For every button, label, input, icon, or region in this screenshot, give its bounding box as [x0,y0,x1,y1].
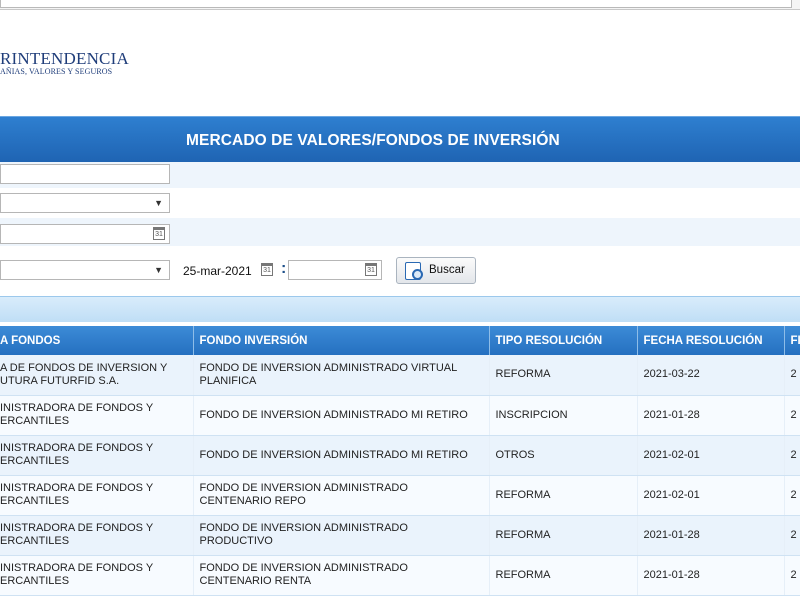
cell-tipo: REFORMA [489,355,638,396]
page-banner: MERCADO DE VALORES/FONDOS DE INVERSIÓN [0,116,800,162]
results-table: A FONDOS FONDO INVERSIÓN TIPO RESOLUCIÓN… [0,326,800,596]
table-row[interactable]: INISTRADORA DE FONDOS Y ERCANTILES FONDO… [0,395,800,436]
cell-fecha: 2021-02-01 [637,475,785,516]
logo: RINTENDENCIA AÑIAS, VALORES Y SEGUROS [0,50,129,77]
cell-fecha: 2021-01-28 [637,515,785,556]
column-header-extra[interactable]: FI [784,326,800,355]
date-input-1[interactable]: 31 [0,224,170,244]
search-icon [405,262,423,280]
cell-extra: 2 [784,395,800,436]
cell-extra: 2 [784,555,800,596]
cell-extra: 2 [784,515,800,556]
text-filter-input[interactable] [0,164,170,184]
date-from-value[interactable]: 25-mar-2021 [183,264,252,278]
cell-extra: 2 [784,475,800,516]
cell-tipo: REFORMA [489,515,638,556]
cell-extra: 2 [784,355,800,396]
calendar-icon[interactable]: 31 [153,227,165,240]
logo-line-1: RINTENDENCIA [0,49,129,68]
cell-admin: INISTRADORA DE FONDOS Y ERCANTILES [0,555,194,596]
table-row[interactable]: INISTRADORA DE FONDOS Y ERCANTILES FONDO… [0,515,800,556]
logo-line-2: AÑIAS, VALORES Y SEGUROS [0,67,113,76]
cell-admin: INISTRADORA DE FONDOS Y ERCANTILES [0,395,194,436]
cell-fondo: FONDO DE INVERSION ADMINISTRADO PRODUCTI… [193,515,490,556]
cell-admin: INISTRADORA DE FONDOS Y ERCANTILES [0,435,194,476]
cell-extra: 2 [784,435,800,476]
cell-tipo: OTROS [489,435,638,476]
filter-select-1[interactable]: ▼ [0,193,170,213]
table-row[interactable]: INISTRADORA DE FONDOS Y ERCANTILES FONDO… [0,475,800,516]
cell-admin: A DE FONDOS DE INVERSION Y UTURA FUTURFI… [0,355,194,396]
chevron-down-icon: ▼ [154,198,163,208]
date-separator: : [281,260,287,277]
cell-fecha: 2021-01-28 [637,555,785,596]
calendar-icon[interactable]: 31 [261,263,273,276]
cell-fondo: FONDO DE INVERSION ADMINISTRADO VIRTUAL … [193,355,490,396]
table-row[interactable]: A DE FONDOS DE INVERSION Y UTURA FUTURFI… [0,355,800,396]
cell-fondo: FONDO DE INVERSION ADMINISTRADO CENTENAR… [193,475,490,516]
top-input-field[interactable] [0,0,792,8]
filter-select-2[interactable]: ▼ [0,260,170,280]
cell-fondo: FONDO DE INVERSION ADMINISTRADO MI RETIR… [193,395,490,436]
cell-tipo: REFORMA [489,475,638,516]
cell-admin: INISTRADORA DE FONDOS Y ERCANTILES [0,475,194,516]
table-row[interactable]: INISTRADORA DE FONDOS Y ERCANTILES FONDO… [0,435,800,476]
cell-fecha: 2021-03-22 [637,355,785,396]
column-header-fecha[interactable]: FECHA RESOLUCIÓN [637,326,785,355]
column-header-tipo[interactable]: TIPO RESOLUCIÓN [489,326,638,355]
cell-fecha: 2021-01-28 [637,395,785,436]
date-to-input[interactable]: 31 [288,260,382,280]
browser-top-bar [0,0,800,10]
chevron-down-icon: ▼ [154,265,163,275]
cell-tipo: REFORMA [489,555,638,596]
search-button[interactable]: Buscar [396,257,476,284]
results-header-bar [0,296,800,322]
column-header-fondo[interactable]: FONDO INVERSIÓN [193,326,490,355]
cell-tipo: INSCRIPCION [489,395,638,436]
page-title: MERCADO DE VALORES/FONDOS DE INVERSIÓN [186,132,560,149]
table-header-row: A FONDOS FONDO INVERSIÓN TIPO RESOLUCIÓN… [0,326,800,355]
calendar-icon[interactable]: 31 [365,263,377,276]
cell-fondo: FONDO DE INVERSION ADMINISTRADO CENTENAR… [193,555,490,596]
cell-fecha: 2021-02-01 [637,435,785,476]
table-row[interactable]: INISTRADORA DE FONDOS Y ERCANTILES FONDO… [0,555,800,596]
cell-fondo: FONDO DE INVERSION ADMINISTRADO MI RETIR… [193,435,490,476]
cell-admin: INISTRADORA DE FONDOS Y ERCANTILES [0,515,194,556]
search-button-label: Buscar [429,264,465,276]
column-header-administradora[interactable]: A FONDOS [0,326,194,355]
